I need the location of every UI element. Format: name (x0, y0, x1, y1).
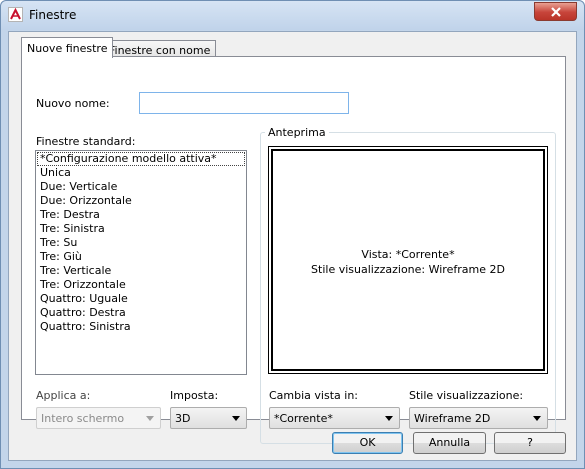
preview-style-text: Stile visualizzazione: Wireframe 2D (311, 263, 505, 276)
list-item[interactable]: Tre: Giù (36, 250, 246, 264)
list-item[interactable]: Tre: Su (36, 236, 246, 250)
list-item[interactable]: Due: Orizzontale (36, 194, 246, 208)
close-button[interactable] (534, 2, 577, 21)
setup-value: 3D (175, 412, 191, 425)
tab-nuove-finestre[interactable]: Nuove finestre (21, 37, 114, 58)
chevron-down-icon (533, 416, 541, 421)
visual-style-select[interactable]: Wireframe 2D (409, 407, 548, 429)
ok-button[interactable]: OK (332, 432, 403, 454)
list-item[interactable]: Quattro: Uguale (36, 292, 246, 306)
list-item[interactable]: Unica (36, 166, 246, 180)
chevron-down-icon (385, 416, 393, 421)
list-item[interactable]: *Configurazione modello attiva* (37, 152, 245, 166)
preview-viewport: Vista: *Corrente* Stile visualizzazione:… (271, 149, 545, 371)
change-view-select[interactable]: *Corrente* (269, 407, 400, 429)
preview-view-text: Vista: *Corrente* (361, 248, 455, 261)
apply-to-select: Intero schermo (36, 407, 161, 429)
change-view-label: Cambia vista in: (269, 389, 358, 402)
new-name-input[interactable] (139, 92, 349, 114)
help-button[interactable]: ? (494, 432, 566, 454)
cancel-button[interactable]: Annulla (413, 432, 486, 454)
list-item[interactable]: Due: Verticale (36, 180, 246, 194)
chevron-down-icon (146, 416, 154, 421)
list-item[interactable]: Quattro: Destra (36, 306, 246, 320)
visual-style-value: Wireframe 2D (414, 412, 491, 425)
apply-to-label: Applica a: (36, 389, 91, 402)
list-item[interactable]: Tre: Sinistra (36, 222, 246, 236)
close-icon (551, 7, 561, 17)
visual-style-label: Stile visualizzazione: (409, 389, 524, 402)
window-title: Finestre (29, 8, 77, 22)
new-name-label: Nuovo nome: (36, 97, 110, 110)
preview-label: Anteprima (265, 126, 329, 139)
preview-caption: Vista: *Corrente* Stile visualizzazione:… (273, 247, 543, 277)
tab-panel: Nuovo nome: Finestre standard: *Configur… (21, 56, 566, 444)
list-item[interactable]: Tre: Destra (36, 208, 246, 222)
dialog-client: Nuove finestre Finestre con nome Nuovo n… (8, 31, 577, 461)
list-item[interactable]: Tre: Verticale (36, 264, 246, 278)
autocad-icon (8, 7, 23, 22)
dialog-window: Finestre Nuove finestre Finestre con nom… (0, 0, 585, 469)
preview-pane: Vista: *Corrente* Stile visualizzazione:… (268, 146, 548, 374)
title-bar[interactable]: Finestre (1, 1, 584, 30)
setup-label: Imposta: (170, 389, 219, 402)
standard-viewports-label: Finestre standard: (36, 135, 136, 148)
chevron-down-icon (232, 416, 240, 421)
change-view-value: *Corrente* (274, 412, 333, 425)
setup-select[interactable]: 3D (170, 407, 247, 429)
list-item[interactable]: Quattro: Sinistra (36, 320, 246, 334)
standard-viewports-list[interactable]: *Configurazione modello attiva* Unica Du… (35, 150, 247, 375)
list-item[interactable]: Tre: Orizzontale (36, 278, 246, 292)
apply-to-value: Intero schermo (41, 412, 125, 425)
